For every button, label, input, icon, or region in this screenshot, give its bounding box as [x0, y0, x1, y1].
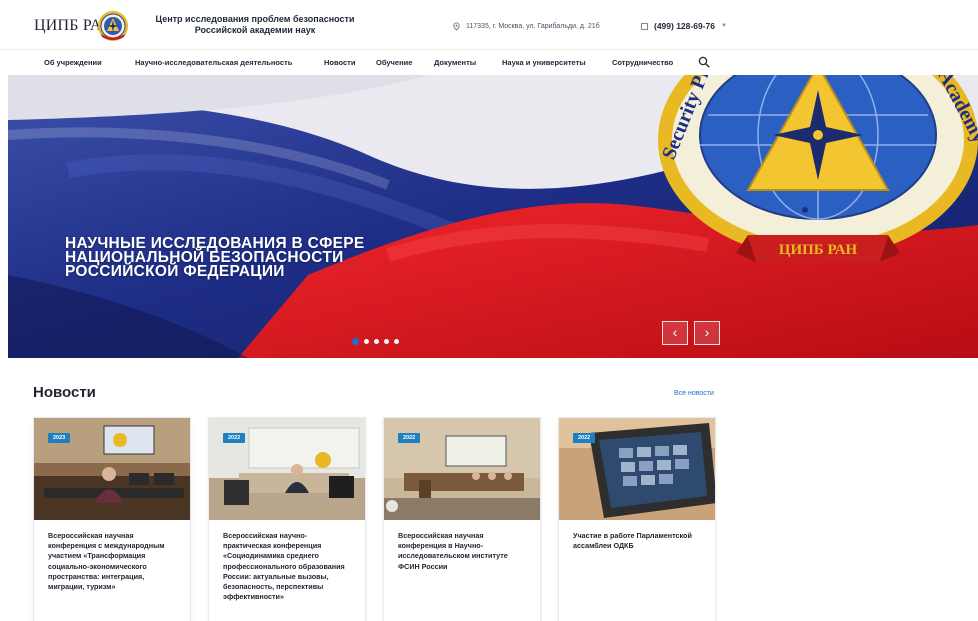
nav-item-news[interactable]: Новости [324, 58, 355, 67]
news-card[interactable]: 2023 Всероссийская научная конференция с… [33, 417, 191, 621]
phone[interactable]: (499) 128-69-76 ▼ [640, 21, 727, 31]
slider-dot-3[interactable] [374, 339, 379, 344]
slider-prev-button[interactable]: ‹ [662, 321, 688, 345]
year-badge: 2023 [48, 433, 71, 443]
search-icon[interactable] [698, 56, 710, 68]
nav-item-science[interactable]: Наука и университеты [502, 58, 586, 67]
hero-title[interactable]: НАУЧНЫЕ ИССЛЕДОВАНИЯ В СФЕРЕ НАЦИОНАЛЬНО… [65, 236, 395, 280]
hero-slider: Security Problem Academy of Science ЦИПБ… [8, 75, 978, 358]
news-section-title: Новости [33, 384, 96, 401]
chevron-left-icon: ‹ [672, 324, 678, 340]
site-header: ЦИПБ РАН Центр исследования проблем безо… [0, 0, 978, 50]
nav-item-documents[interactable]: Документы [434, 58, 476, 67]
news-card-title[interactable]: Всероссийская научная конференция с межд… [48, 531, 180, 592]
news-card[interactable]: 2022 Участие в работе Парламентской асса… [558, 417, 716, 621]
nav-item-research[interactable]: Научно-исследовательская деятельность [135, 58, 292, 67]
ribbon-text: ЦИПБ РАН [779, 242, 858, 258]
main-nav: Об учреждении Научно-исследовательская д… [0, 51, 978, 75]
slider-next-button[interactable]: › [694, 321, 720, 345]
hero-background: Security Problem Academy of Science ЦИПБ… [8, 75, 978, 358]
org-name-line2: Российской академии наук [194, 25, 316, 35]
news-card-title[interactable]: Всероссийская научная конференция в Науч… [398, 531, 530, 572]
address-text: 117335, г. Москва, ул. Гарибальди, д. 21… [466, 23, 600, 30]
logo-emblem-icon[interactable] [97, 10, 129, 42]
location-pin-icon [453, 22, 460, 31]
news-card-title[interactable]: Участие в работе Парламентской ассамблеи… [573, 531, 705, 551]
slider-dot-4[interactable] [384, 339, 389, 344]
nav-item-cooperation[interactable]: Сотрудничество [612, 58, 673, 67]
slider-dot-5[interactable] [394, 339, 399, 344]
news-card[interactable]: 2022 Всероссийская научно-практическая к… [208, 417, 366, 621]
chevron-right-icon: › [704, 324, 710, 340]
slider-dot-1[interactable] [352, 338, 359, 345]
phone-number: (499) 128-69-76 [654, 21, 715, 31]
nav-item-education[interactable]: Обучение [376, 58, 412, 67]
news-card-title[interactable]: Всероссийская научно-практическая конфер… [223, 531, 355, 602]
address[interactable]: 117335, г. Москва, ул. Гарибальди, д. 21… [452, 22, 600, 31]
org-name: Центр исследования проблем безопасности … [145, 14, 365, 36]
year-badge: 2022 [223, 433, 246, 443]
year-badge: 2022 [398, 433, 421, 443]
all-news-link[interactable]: Все новости [674, 390, 714, 397]
org-name-line1: Центр исследования проблем безопасности [155, 14, 355, 24]
year-badge: 2022 [573, 433, 596, 443]
chevron-down-icon[interactable]: ▼ [721, 23, 727, 29]
news-card[interactable]: 2022 Всероссийская научная конференция в… [383, 417, 541, 621]
slider-dot-2[interactable] [364, 339, 369, 344]
slider-dots [352, 338, 399, 345]
nav-item-about[interactable]: Об учреждении [44, 58, 102, 67]
phone-icon [640, 22, 649, 30]
